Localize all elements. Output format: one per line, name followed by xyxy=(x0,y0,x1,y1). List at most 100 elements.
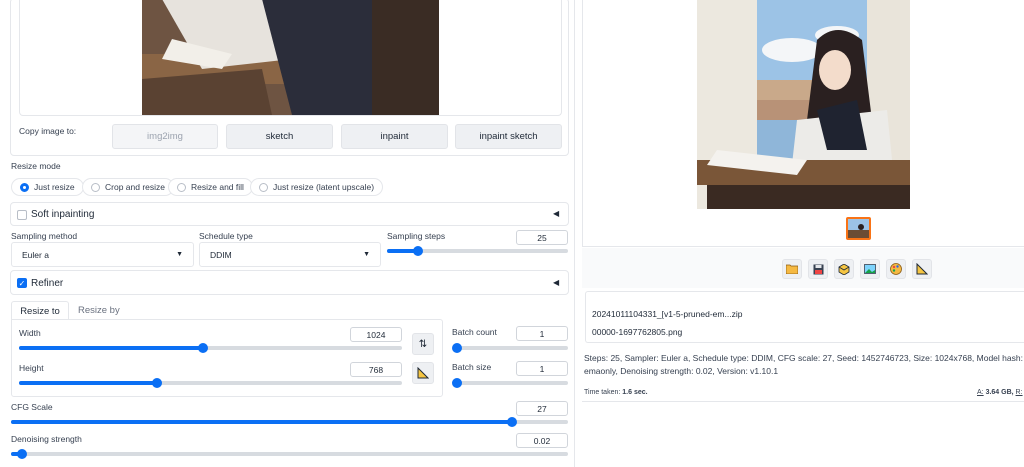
resize-mode-latent-upscale[interactable]: Just resize (latent upscale) xyxy=(250,178,384,196)
sampling-steps-label: Sampling steps xyxy=(387,231,446,241)
output-file-zip-link[interactable]: 20241011104331_[v1-5-pruned-em...zip xyxy=(592,309,742,319)
time-taken-value: 1.6 sec. xyxy=(622,389,648,396)
generation-info-line-1: Steps: 25, Sampler: Euler a, Schedule ty… xyxy=(584,353,1024,363)
denoising-strength-input[interactable]: 0.02 xyxy=(516,433,568,448)
copy-to-sketch-button[interactable]: sketch xyxy=(226,124,333,149)
image-icon xyxy=(864,264,876,274)
save-icon xyxy=(813,264,823,274)
resize-mode-option-label: Just resize (latent upscale) xyxy=(273,182,375,192)
slider-thumb[interactable] xyxy=(452,343,462,353)
height-input[interactable]: 768 xyxy=(350,362,402,377)
batch-size-label: Batch size xyxy=(452,362,492,372)
schedule-type-dropdown[interactable]: DDIM ▼ xyxy=(199,242,381,267)
batch-size-slider[interactable] xyxy=(452,378,568,388)
sampling-method-dropdown[interactable]: Euler a ▼ xyxy=(11,242,194,267)
slider-fill xyxy=(19,346,203,350)
slider-thumb[interactable] xyxy=(412,246,423,256)
slider-thumb[interactable] xyxy=(507,417,518,427)
batch-count-slider[interactable] xyxy=(452,343,568,353)
collapse-arrow-icon[interactable]: ◀ xyxy=(553,278,559,287)
slider-fill xyxy=(11,420,513,424)
output-gallery xyxy=(582,0,1024,247)
generation-info-line-2: emaonly, Denoising strength: 0.02, Versi… xyxy=(584,366,779,376)
refiner-accordion[interactable]: ✓ Refiner ◀ xyxy=(10,270,569,295)
output-toolbar xyxy=(582,248,1024,288)
copy-image-label: Copy image to: xyxy=(19,126,77,136)
source-image[interactable] xyxy=(142,0,439,115)
send-to-extras-button[interactable] xyxy=(912,259,932,279)
batch-size-input[interactable]: 1 xyxy=(516,361,568,376)
sampling-steps-input[interactable]: 25 xyxy=(516,230,568,245)
resize-mode-option-label: Crop and resize xyxy=(105,182,166,192)
refiner-checkbox[interactable]: ✓ xyxy=(17,278,27,288)
copy-to-img2img-button[interactable]: img2img xyxy=(112,124,218,149)
slider-thumb[interactable] xyxy=(151,378,162,388)
tab-resize-by[interactable]: Resize by xyxy=(78,305,120,316)
performance-info: Time taken: 1.6 sec. xyxy=(584,389,1024,396)
send-to-img2img-button[interactable] xyxy=(860,259,880,279)
zip-icon xyxy=(838,263,850,275)
chevron-down-icon: ▼ xyxy=(363,251,370,258)
soft-inpainting-checkbox[interactable] xyxy=(17,210,27,220)
radio-icon xyxy=(177,182,186,192)
radio-icon xyxy=(91,182,100,192)
open-folder-button[interactable] xyxy=(782,259,802,279)
output-thumbnail[interactable] xyxy=(846,217,871,240)
height-slider[interactable] xyxy=(19,378,402,388)
refiner-label: Refiner xyxy=(31,278,64,289)
denoising-strength-label: Denoising strength xyxy=(11,434,82,444)
slider-thumb[interactable] xyxy=(17,449,28,459)
swap-icon: ⇅ xyxy=(418,338,428,350)
radio-selected-icon xyxy=(20,182,29,192)
memory-r-label: R: xyxy=(1015,389,1023,396)
ruler-icon xyxy=(916,263,928,275)
output-file-png-link[interactable]: 00000-1697762805.png xyxy=(592,327,682,337)
denoising-strength-slider[interactable] xyxy=(11,449,568,459)
output-image[interactable] xyxy=(697,0,910,209)
batch-count-input[interactable]: 1 xyxy=(516,326,568,341)
time-taken-label: Time taken: xyxy=(584,389,621,396)
cfg-scale-slider[interactable] xyxy=(11,417,568,427)
batch-count-label: Batch count xyxy=(452,327,497,337)
resize-mode-crop-and-resize[interactable]: Crop and resize xyxy=(82,178,175,196)
resize-mode-label: Resize mode xyxy=(11,161,61,171)
sampling-steps-slider[interactable] xyxy=(387,246,568,256)
ruler-icon xyxy=(417,367,429,379)
copy-to-inpaint-button[interactable]: inpaint xyxy=(341,124,448,149)
cfg-scale-label: CFG Scale xyxy=(11,402,53,412)
width-input[interactable]: 1024 xyxy=(350,327,402,342)
collapse-arrow-icon[interactable]: ◀ xyxy=(553,209,559,218)
soft-inpainting-label: Soft inpainting xyxy=(31,209,95,220)
zip-button[interactable] xyxy=(834,259,854,279)
sampling-method-label: Sampling method xyxy=(11,231,78,241)
sampling-method-value: Euler a xyxy=(22,249,49,260)
schedule-type-value: DDIM xyxy=(210,249,232,260)
output-files-panel: 20241011104331_[v1-5-pruned-em...zip 000… xyxy=(585,291,1024,343)
height-label: Height xyxy=(19,363,44,373)
resize-mode-option-label: Resize and fill xyxy=(191,182,244,192)
resize-mode-resize-and-fill[interactable]: Resize and fill xyxy=(168,178,253,196)
column-divider xyxy=(574,0,575,467)
slider-thumb[interactable] xyxy=(197,343,208,353)
tab-resize-to[interactable]: Resize to xyxy=(11,301,69,320)
source-image-panel: Copy image to: img2img sketch inpaint in… xyxy=(10,0,569,156)
palette-icon xyxy=(890,263,902,275)
copy-to-inpaint-sketch-button[interactable]: inpaint sketch xyxy=(455,124,562,149)
aspect-ratio-button[interactable] xyxy=(412,362,434,384)
send-to-inpaint-button[interactable] xyxy=(886,259,906,279)
slider-thumb[interactable] xyxy=(452,378,462,388)
generation-info: Steps: 25, Sampler: Euler a, Schedule ty… xyxy=(584,352,1024,378)
width-label: Width xyxy=(19,328,41,338)
cfg-scale-input[interactable]: 27 xyxy=(516,401,568,416)
schedule-type-label: Schedule type xyxy=(199,231,253,241)
memory-a-value: 3.64 GB, xyxy=(985,389,1014,396)
save-button[interactable] xyxy=(808,259,828,279)
width-slider[interactable] xyxy=(19,343,402,353)
resize-mode-just-resize[interactable]: Just resize xyxy=(11,178,84,196)
swap-dimensions-button[interactable]: ⇅ xyxy=(412,333,434,355)
chevron-down-icon: ▼ xyxy=(176,251,183,258)
soft-inpainting-accordion[interactable]: Soft inpainting ◀ xyxy=(10,202,569,226)
radio-icon xyxy=(259,182,268,192)
folder-icon xyxy=(786,264,798,274)
resize-mode-option-label: Just resize xyxy=(34,182,75,192)
